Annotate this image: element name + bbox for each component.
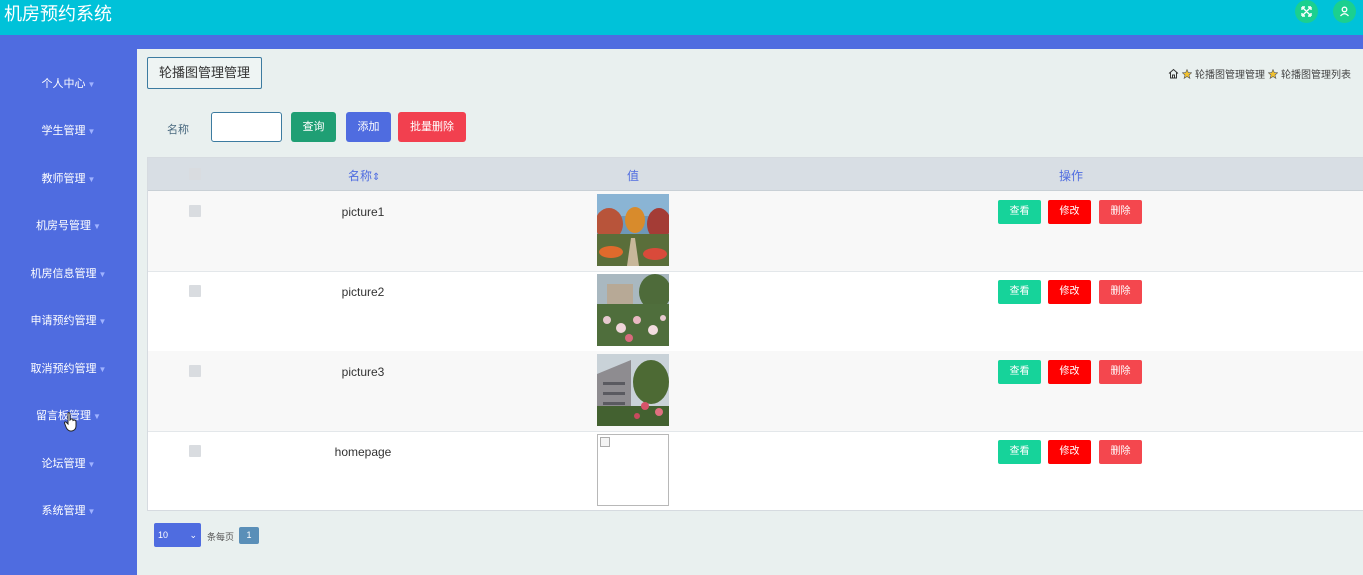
column-header-name[interactable]: 名称⇕ [348, 167, 380, 184]
caret-down-icon: ▼ [87, 80, 96, 89]
caret-down-icon: ▼ [98, 317, 107, 326]
edit-button[interactable]: 修改 [1048, 200, 1091, 224]
sidebar-item-label: 学生管理 [41, 125, 86, 137]
app-title: 机房预约系统 [4, 4, 112, 24]
table-row: picture2 查看 修改 删除 [148, 271, 1363, 352]
chevron-down-icon: ⌄ [189, 530, 197, 540]
caret-down-icon: ▼ [87, 127, 96, 136]
delete-button[interactable]: 删除 [1099, 200, 1142, 224]
row-checkbox[interactable] [189, 365, 201, 377]
sidebar-item-label: 取消预约管理 [30, 363, 97, 375]
hand-cursor-icon [64, 412, 77, 432]
broken-image-icon [597, 434, 669, 506]
delete-button[interactable]: 删除 [1099, 360, 1142, 384]
table-row: homepage 查看 修改 删除 [148, 431, 1363, 511]
sidebar-item-label: 机房信息管理 [30, 268, 97, 280]
add-button[interactable]: 添加 [346, 112, 391, 142]
view-button[interactable]: 查看 [998, 200, 1041, 224]
row-checkbox[interactable] [189, 205, 201, 217]
sidebar-item-label: 系统管理 [41, 505, 86, 517]
star-icon [1268, 68, 1278, 79]
row-checkbox[interactable] [189, 445, 201, 457]
delete-button[interactable]: 删除 [1099, 280, 1142, 304]
user-icon[interactable] [1333, 0, 1356, 23]
view-button[interactable]: 查看 [998, 360, 1041, 384]
row-thumbnail-image [597, 194, 669, 266]
search-label: 名称 [167, 124, 189, 136]
edit-button[interactable]: 修改 [1048, 360, 1091, 384]
sidebar-item-students[interactable]: 学生管理 ▼ [0, 116, 137, 146]
select-all-checkbox[interactable] [189, 168, 201, 180]
sidebar-item-reservation-requests[interactable]: 申请预约管理 ▼ [0, 306, 137, 336]
edit-button[interactable]: 修改 [1048, 440, 1091, 464]
sidebar-item-system[interactable]: 系统管理 ▼ [0, 496, 137, 526]
row-thumbnail-image [597, 354, 669, 426]
delete-button[interactable]: 删除 [1099, 440, 1142, 464]
table-row: picture1 查看 修改 删除 [148, 191, 1363, 272]
sidebar-item-teachers[interactable]: 教师管理 ▼ [0, 164, 137, 194]
breadcrumb-item[interactable]: 轮播图管理管理 [1195, 66, 1265, 81]
data-table: 名称⇕ 值 操作 picture1 查看 修改 删除 picture2 查看 修… [147, 157, 1363, 511]
caret-down-icon: ▼ [93, 412, 101, 421]
row-name: picture2 [341, 285, 385, 299]
caret-down-icon: ▼ [98, 270, 107, 279]
table-row: picture3 查看 修改 删除 [148, 351, 1363, 432]
top-bar: 机房预约系统 [0, 0, 1363, 35]
sidebar-item-label: 申请预约管理 [30, 315, 97, 327]
row-thumbnail-image [597, 274, 669, 346]
row-name: picture3 [341, 365, 385, 379]
sidebar-item-room-numbers[interactable]: 机房号管理 ▼ [0, 211, 137, 241]
column-header-actions: 操作 [1059, 169, 1084, 183]
sidebar-item-label: 机房号管理 [36, 220, 92, 232]
sidebar-item-label: 个人中心 [41, 78, 86, 90]
sidebar-item-room-info[interactable]: 机房信息管理 ▼ [0, 259, 137, 289]
star-icon [1182, 68, 1192, 79]
sidebar-item-label: 教师管理 [41, 173, 86, 185]
sidebar-item-forum[interactable]: 论坛管理 ▼ [0, 449, 137, 479]
page-number-button[interactable]: 1 [239, 527, 259, 544]
caret-down-icon: ▼ [98, 365, 107, 374]
breadcrumb-item: 轮播图管理列表 [1281, 70, 1351, 81]
view-button[interactable]: 查看 [998, 440, 1041, 464]
caret-down-icon: ▼ [87, 175, 96, 184]
view-button[interactable]: 查看 [998, 280, 1041, 304]
breadcrumb: 轮播图管理管理 轮播图管理列表 [1168, 66, 1351, 81]
row-name: homepage [334, 445, 392, 459]
edit-button[interactable]: 修改 [1048, 280, 1091, 304]
sidebar-item-cancellations[interactable]: 取消预约管理 ▼ [0, 354, 137, 384]
caret-down-icon: ▼ [93, 222, 101, 231]
header-band [0, 35, 1363, 49]
sort-icon: ⇕ [372, 172, 381, 183]
table-header: 名称⇕ 值 操作 [148, 158, 1363, 191]
query-button[interactable]: 查询 [291, 112, 336, 142]
sidebar-item-label: 论坛管理 [41, 458, 86, 470]
row-checkbox[interactable] [189, 285, 201, 297]
row-name: picture1 [341, 205, 385, 219]
search-input[interactable] [211, 112, 282, 142]
per-page-label: 条每页 [207, 532, 235, 542]
fullscreen-icon[interactable] [1295, 0, 1318, 23]
sidebar-item-personal-center[interactable]: 个人中心 ▼ [0, 69, 137, 99]
column-header-value: 值 [627, 169, 640, 183]
batch-delete-button[interactable]: 批量删除 [398, 112, 466, 142]
home-icon[interactable] [1168, 68, 1179, 79]
caret-down-icon: ▼ [87, 507, 96, 516]
page-title: 轮播图管理管理 [147, 57, 262, 89]
page-size-select[interactable]: 10 ⌄ [154, 523, 201, 547]
caret-down-icon: ▼ [87, 460, 96, 469]
